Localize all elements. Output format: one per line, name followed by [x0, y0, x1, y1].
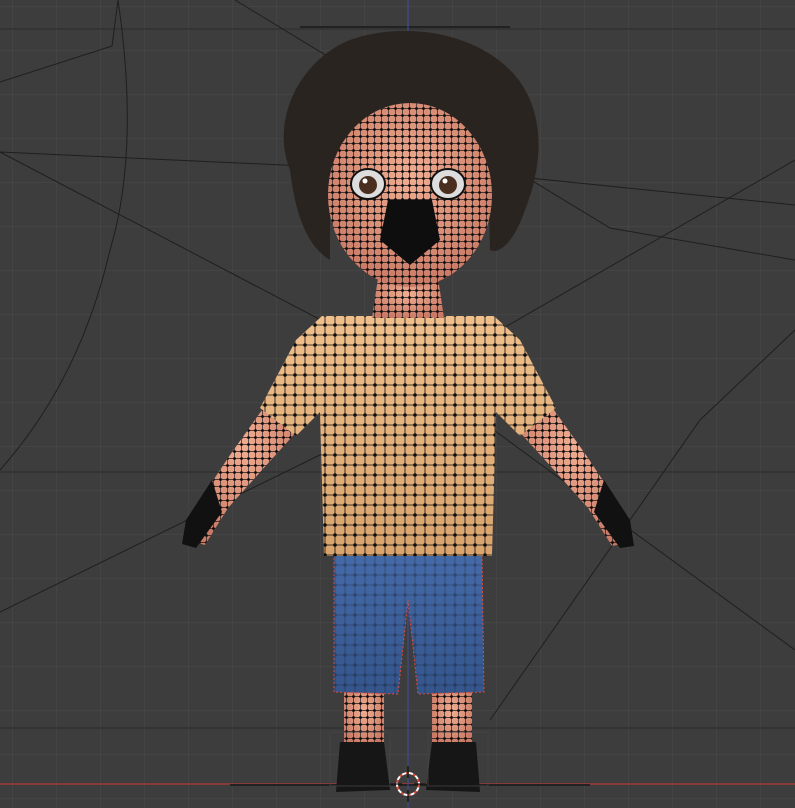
head	[328, 103, 492, 287]
3d-viewport[interactable]	[0, 0, 795, 808]
